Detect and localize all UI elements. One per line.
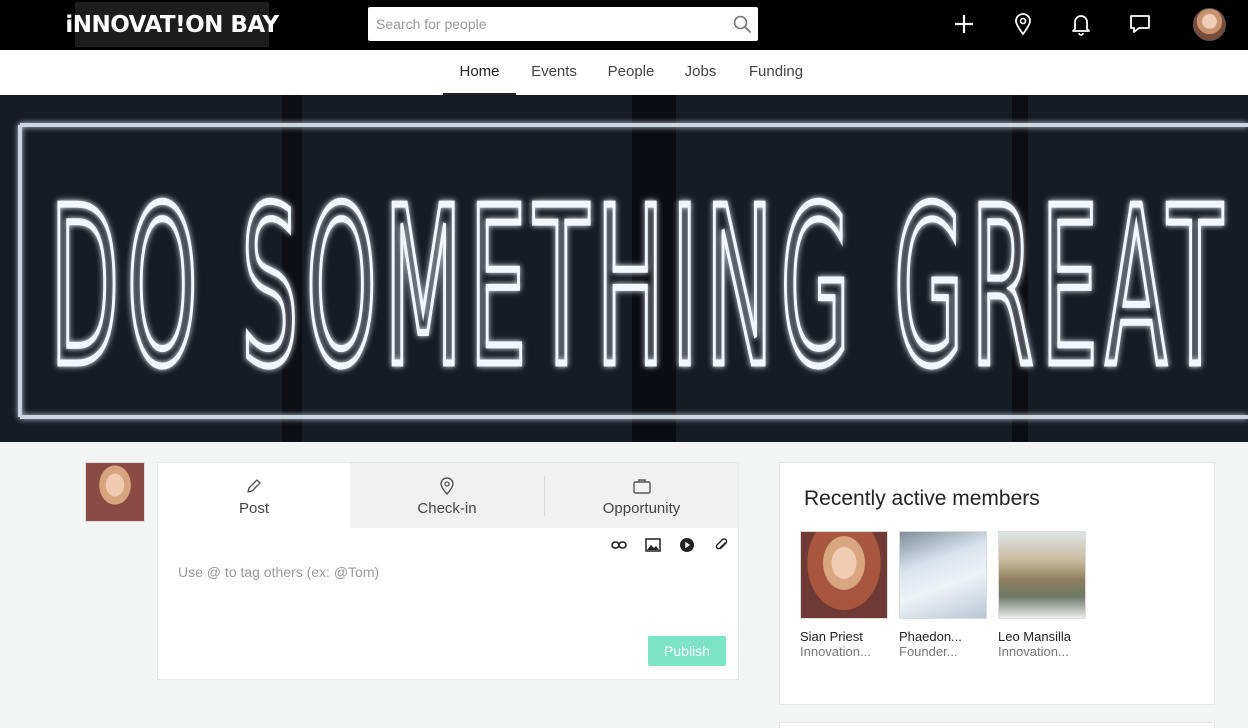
play-icon[interactable] [677,536,697,554]
avatar[interactable] [1193,8,1226,41]
member-role: Innovation... [998,644,1069,659]
lower-card [779,722,1215,728]
nav-home[interactable]: Home [443,50,516,95]
nav-funding[interactable]: Funding [738,50,814,95]
member-name[interactable]: Phaedon... [899,629,987,644]
bell-icon[interactable] [1069,11,1093,37]
image-icon[interactable] [643,536,663,554]
link-icon[interactable] [609,536,629,554]
location-pin-icon[interactable] [1011,11,1035,37]
plus-icon[interactable] [952,11,976,37]
member-card[interactable]: Phaedon... Founder... [899,531,987,659]
tab-check-in-label: Check-in [417,500,477,517]
search-input[interactable] [368,7,724,41]
member-name[interactable]: Leo Mansilla [998,629,1086,644]
composer-tabs: Post Check-in Opportunity [158,463,738,529]
tab-opportunity[interactable]: Opportunity [545,463,738,528]
nav-jobs[interactable]: Jobs [677,50,724,95]
neon-text: DO SOMETHING GREAT [50,162,1230,415]
member-card[interactable]: Leo Mansilla Innovation... [998,531,1086,659]
composer-avatar [85,462,145,522]
hero-banner: DO SOMETHING GREAT [0,95,1248,442]
member-role: Founder... [899,644,958,659]
tab-opportunity-label: Opportunity [602,500,681,517]
location-pin-icon [350,477,544,495]
nav-events[interactable]: Events [522,50,586,95]
search-box[interactable] [368,7,758,41]
post-text-input[interactable] [172,561,712,621]
tab-post-label: Post [238,500,269,517]
chat-icon[interactable] [1128,11,1152,37]
logo[interactable]: iNNOVAT!ON BAY [65,2,279,47]
member-photo[interactable] [800,531,888,619]
member-photo[interactable] [899,531,987,619]
member-photo[interactable] [998,531,1086,619]
publish-button[interactable]: Publish [648,636,726,666]
post-composer: Post Check-in Opportunity Publish [157,462,739,680]
member-role: Innovation... [800,644,871,659]
nav-people[interactable]: People [600,50,662,95]
tab-post[interactable]: Post [158,463,350,529]
neon-sign-image: DO SOMETHING GREAT [0,95,1248,442]
attachment-icon[interactable] [711,536,731,554]
recent-members-card: Recently active members Sian Priest Inno… [779,462,1215,705]
member-name[interactable]: Sian Priest [800,629,888,644]
search-icon[interactable] [732,14,752,34]
top-bar: iNNOVAT!ON BAY [0,0,1248,50]
pencil-icon [158,477,350,495]
briefcase-icon [545,477,738,495]
main-nav: Home Events People Jobs Funding [0,50,1248,95]
member-card[interactable]: Sian Priest Innovation... [800,531,888,659]
tab-check-in[interactable]: Check-in [350,463,544,528]
recent-members-title: Recently active members [804,487,1040,510]
